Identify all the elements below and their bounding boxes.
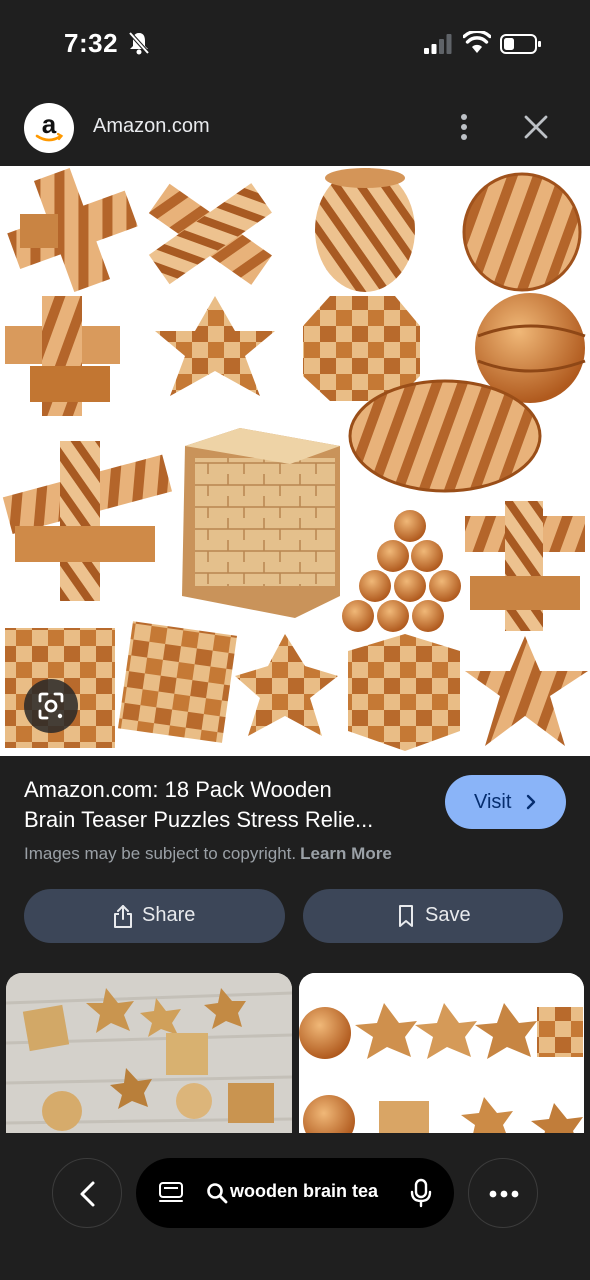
related-puzzles-photo-2 [299, 973, 584, 1133]
site-name: Amazon.com [93, 115, 210, 137]
bookmark-icon [399, 905, 413, 927]
amazon-logo: a [24, 103, 74, 153]
back-button[interactable] [52, 1158, 122, 1228]
result-title[interactable]: Amazon.com: 18 Pack Wooden Brain Teaser … [24, 775, 424, 835]
puzzle-lock-3 [465, 501, 585, 631]
puzzle-star-1 [155, 296, 275, 396]
share-icon [114, 905, 132, 928]
related-image-1[interactable] [6, 973, 292, 1133]
page-header: a Amazon.com [0, 88, 590, 166]
puzzle-cube-2 [117, 621, 237, 743]
wifi-icon [463, 31, 491, 53]
visual-search-icon [38, 692, 64, 720]
puzzle-star-3 [465, 636, 588, 746]
status-time: 7:32 [64, 28, 119, 58]
puzzle-cross-2 [148, 183, 272, 285]
tabs-icon[interactable] [158, 1180, 184, 1206]
svg-text:a: a [42, 109, 57, 139]
share-label: Share [142, 904, 196, 926]
result-title-line-1[interactable]: Amazon.com: 18 Pack Wooden [24, 775, 424, 805]
signal-icon [424, 34, 452, 54]
copyright-text: Images may be subject to copyright. [24, 844, 297, 863]
puzzle-lock-1 [5, 296, 120, 416]
battery-icon [500, 34, 541, 54]
result-title-line-2[interactable]: Brain Teaser Puzzles Stress Relie... [24, 805, 424, 835]
more-vert-icon[interactable] [450, 110, 478, 144]
bottom-bar: wooden brain tea [0, 1133, 590, 1280]
save-button[interactable]: Save [303, 889, 563, 943]
share-button[interactable]: Share [24, 889, 285, 943]
menu-button[interactable] [468, 1158, 538, 1228]
puzzle-star-2 [235, 634, 338, 736]
puzzle-ball-pyramid [342, 510, 461, 632]
search-icon [207, 1183, 228, 1204]
puzzle-cube-3 [348, 634, 460, 751]
wooden-puzzles-image [2, 168, 588, 751]
visit-button[interactable]: Visit [445, 775, 566, 829]
related-image-2[interactable] [299, 973, 584, 1133]
search-bar[interactable]: wooden brain tea [136, 1158, 454, 1228]
close-icon[interactable] [520, 111, 552, 143]
copyright-notice: Images may be subject to copyright. Learn… [24, 844, 392, 864]
puzzle-knot-long [348, 379, 542, 493]
back-icon [80, 1181, 95, 1207]
puzzle-cross-1 [7, 168, 138, 292]
related-puzzles-photo-1 [6, 973, 292, 1133]
learn-more-link[interactable]: Learn More [300, 844, 392, 863]
more-horiz-icon [489, 1190, 519, 1198]
puzzle-barrel [315, 168, 415, 292]
bell-off-icon [128, 31, 150, 55]
main-image[interactable] [0, 166, 590, 756]
status-bar: 7:32 [0, 0, 590, 88]
search-query[interactable]: wooden brain tea [230, 1181, 386, 1202]
puzzle-lock-2 [2, 441, 173, 601]
chevron-right-icon [526, 794, 536, 810]
mic-icon[interactable] [409, 1178, 433, 1208]
puzzle-cube-box [182, 428, 340, 618]
save-label: Save [425, 904, 471, 926]
puzzle-knot-ball [462, 172, 582, 292]
visit-label: Visit [474, 791, 512, 813]
visual-search-button[interactable] [24, 679, 78, 733]
amazon-logo-icon: a [35, 109, 64, 142]
